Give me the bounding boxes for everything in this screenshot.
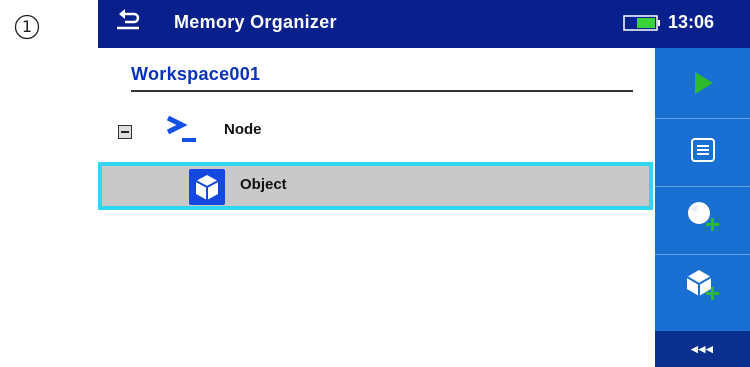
start-test-button[interactable] bbox=[655, 52, 750, 114]
collapse-icon[interactable] bbox=[118, 125, 132, 139]
action-sidebar: ◂◂◂ bbox=[655, 48, 750, 367]
view-list-button[interactable] bbox=[655, 118, 750, 181]
battery-icon bbox=[623, 14, 661, 32]
tree-object-row-selected[interactable]: Object bbox=[98, 162, 653, 210]
page-title: Memory Organizer bbox=[174, 12, 337, 32]
list-icon bbox=[690, 138, 715, 162]
step-number: 1 bbox=[21, 17, 33, 36]
object-label: Object bbox=[240, 176, 287, 193]
workspace-name: Workspace001 bbox=[131, 64, 261, 84]
add-node-icon bbox=[687, 202, 719, 231]
node-prompt-icon bbox=[162, 114, 202, 146]
workspace-header[interactable]: Workspace001 bbox=[131, 64, 633, 92]
node-label: Node bbox=[224, 121, 262, 138]
add-object-icon bbox=[685, 270, 719, 300]
title-bar: Memory Organizer 13:06 bbox=[98, 0, 750, 48]
back-arrow-icon[interactable] bbox=[114, 8, 144, 32]
add-node-button[interactable] bbox=[655, 186, 750, 249]
add-object-button[interactable] bbox=[655, 254, 750, 317]
play-icon bbox=[694, 72, 713, 94]
more-options-button[interactable]: ◂◂◂ bbox=[655, 331, 750, 367]
object-cube-icon bbox=[189, 169, 225, 205]
step-marker: 1 bbox=[14, 14, 40, 40]
tree-node-row[interactable]: Node bbox=[114, 112, 634, 148]
clock: 13:06 bbox=[668, 12, 715, 32]
